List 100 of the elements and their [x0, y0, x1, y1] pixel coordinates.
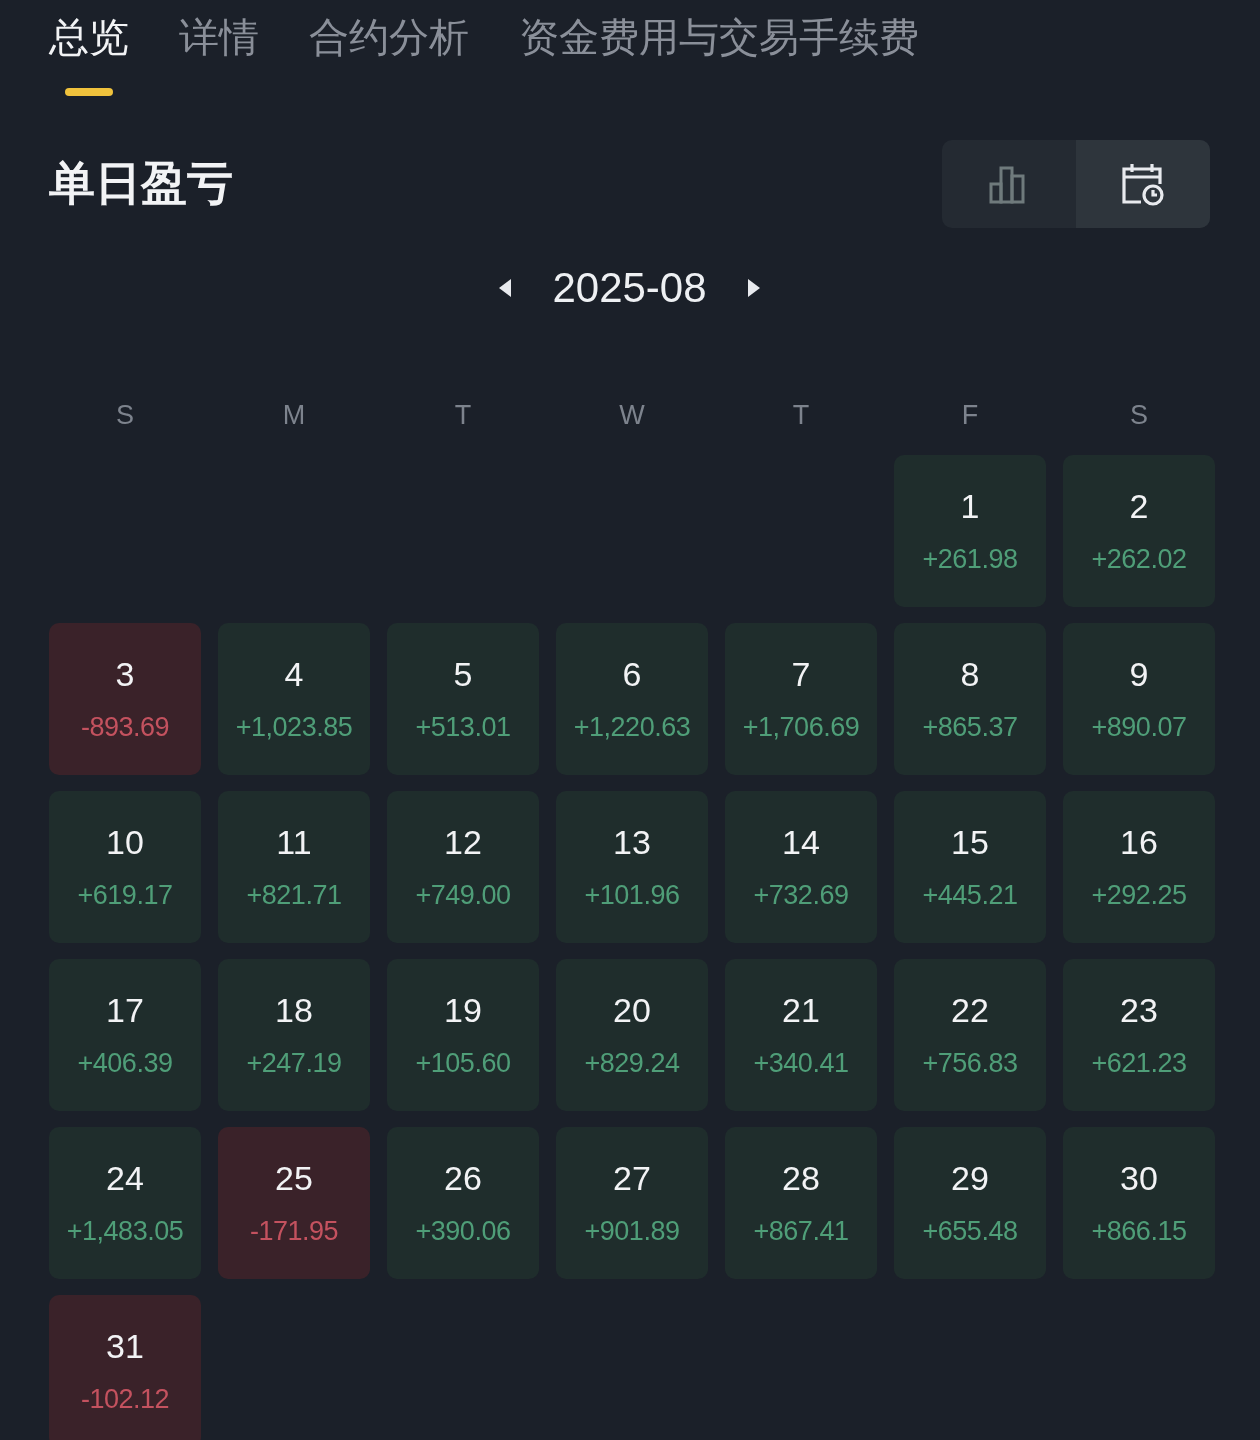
day-cell[interactable]: 23 +621.23	[1063, 959, 1215, 1111]
pnl-value: +1,483.05	[66, 1216, 184, 1247]
day-cell[interactable]: 13 +101.96	[556, 791, 708, 943]
day-number: 28	[782, 1159, 820, 1198]
pnl-value: +655.48	[922, 1216, 1018, 1247]
weekday-label: T	[791, 400, 811, 431]
pnl-value: +890.07	[1091, 712, 1187, 743]
month-label: 2025-08	[552, 264, 707, 312]
day-number: 26	[444, 1159, 482, 1198]
day-cell[interactable]: 3 -893.69	[49, 623, 201, 775]
pnl-value: +619.17	[77, 880, 173, 911]
day-number: 30	[1120, 1159, 1158, 1198]
day-cell[interactable]: 19 +105.60	[387, 959, 539, 1111]
day-number: 29	[951, 1159, 989, 1198]
next-month-icon[interactable]	[746, 278, 761, 298]
day-cell[interactable]: 11 +821.71	[218, 791, 370, 943]
weekday-label: F	[960, 400, 980, 431]
weekday-label: S	[115, 400, 135, 431]
day-cell[interactable]: 2 +262.02	[1063, 455, 1215, 607]
day-cell[interactable]: 9 +890.07	[1063, 623, 1215, 775]
day-number: 21	[782, 991, 820, 1030]
day-cell[interactable]: 21 +340.41	[725, 959, 877, 1111]
tab[interactable]: 总览	[49, 12, 129, 98]
pnl-value: +865.37	[922, 712, 1018, 743]
day-number: 16	[1120, 823, 1158, 862]
day-number: 25	[275, 1159, 313, 1198]
pnl-value: +101.96	[584, 880, 680, 911]
pnl-value: +901.89	[584, 1216, 680, 1247]
pnl-value: +867.41	[753, 1216, 849, 1247]
day-number: 22	[951, 991, 989, 1030]
day-number: 31	[106, 1327, 144, 1366]
day-cell[interactable]: 4 +1,023.85	[218, 623, 370, 775]
day-cell[interactable]: 17 +406.39	[49, 959, 201, 1111]
day-number: 7	[791, 655, 811, 694]
day-cell[interactable]: 30 +866.15	[1063, 1127, 1215, 1279]
day-number: 6	[622, 655, 642, 694]
pnl-value: +1,023.85	[235, 712, 353, 743]
day-number: 4	[284, 655, 304, 694]
weekday-label: W	[618, 400, 646, 431]
pnl-value: +756.83	[922, 1048, 1018, 1079]
day-number: 13	[613, 823, 651, 862]
pnl-value: +621.23	[1091, 1048, 1187, 1079]
day-cell[interactable]: 18 +247.19	[218, 959, 370, 1111]
day-cell[interactable]: 20 +829.24	[556, 959, 708, 1111]
day-number: 12	[444, 823, 482, 862]
day-cell[interactable]: 28 +867.41	[725, 1127, 877, 1279]
tab[interactable]: 详情	[179, 12, 259, 98]
pnl-value: +1,706.69	[742, 712, 860, 743]
pnl-value: +445.21	[922, 880, 1018, 911]
day-cell[interactable]: 10 +619.17	[49, 791, 201, 943]
day-cell[interactable]: 31 -102.12	[49, 1295, 201, 1440]
pnl-value: +261.98	[922, 544, 1018, 575]
day-cell[interactable]: 25 -171.95	[218, 1127, 370, 1279]
view-button[interactable]	[1076, 140, 1210, 228]
day-number: 2	[1129, 487, 1149, 526]
day-cell[interactable]: 22 +756.83	[894, 959, 1046, 1111]
pnl-value: +829.24	[584, 1048, 680, 1079]
day-cell[interactable]: 15 +445.21	[894, 791, 1046, 943]
day-cell[interactable]: 14 +732.69	[725, 791, 877, 943]
weekday-label: T	[453, 400, 473, 431]
pnl-value: -102.12	[80, 1384, 170, 1415]
day-cell[interactable]: 12 +749.00	[387, 791, 539, 943]
previous-month-icon[interactable]	[498, 278, 513, 298]
pnl-value: +406.39	[77, 1048, 173, 1079]
tab[interactable]: 合约分析	[309, 12, 469, 98]
day-number: 23	[1120, 991, 1158, 1030]
day-cell[interactable]: 7 +1,706.69	[725, 623, 877, 775]
pnl-value: +749.00	[415, 880, 511, 911]
day-number: 11	[276, 823, 312, 862]
day-cell[interactable]: 6 +1,220.63	[556, 623, 708, 775]
day-number: 17	[106, 991, 144, 1030]
day-cell[interactable]: 24 +1,483.05	[49, 1127, 201, 1279]
pnl-value: +866.15	[1091, 1216, 1187, 1247]
pnl-value: +732.69	[753, 880, 849, 911]
pnl-value: +340.41	[753, 1048, 849, 1079]
pnl-value: +105.60	[415, 1048, 511, 1079]
day-cell[interactable]: 1 +261.98	[894, 455, 1046, 607]
day-number: 19	[444, 991, 482, 1030]
pnl-value: +292.25	[1091, 880, 1187, 911]
weekday-label: S	[1129, 400, 1149, 431]
pnl-value: +247.19	[246, 1048, 342, 1079]
pnl-value: +262.02	[1091, 544, 1187, 575]
pnl-value: +390.06	[415, 1216, 511, 1247]
day-number: 24	[106, 1159, 144, 1198]
day-cell[interactable]: 29 +655.48	[894, 1127, 1046, 1279]
weekday-label: M	[281, 400, 307, 431]
tab[interactable]: 资金费用与交易手续费	[519, 12, 919, 98]
pnl-value: +513.01	[415, 712, 511, 743]
day-cell[interactable]: 16 +292.25	[1063, 791, 1215, 943]
day-cell[interactable]: 5 +513.01	[387, 623, 539, 775]
day-number: 15	[951, 823, 989, 862]
pnl-value: +821.71	[246, 880, 342, 911]
pnl-value: +1,220.63	[573, 712, 691, 743]
day-cell[interactable]: 8 +865.37	[894, 623, 1046, 775]
day-number: 9	[1129, 655, 1149, 694]
day-cell[interactable]: 27 +901.89	[556, 1127, 708, 1279]
section-title: 单日盈亏	[49, 156, 233, 211]
day-number: 8	[960, 655, 980, 694]
day-cell[interactable]: 26 +390.06	[387, 1127, 539, 1279]
day-number: 10	[106, 823, 144, 862]
